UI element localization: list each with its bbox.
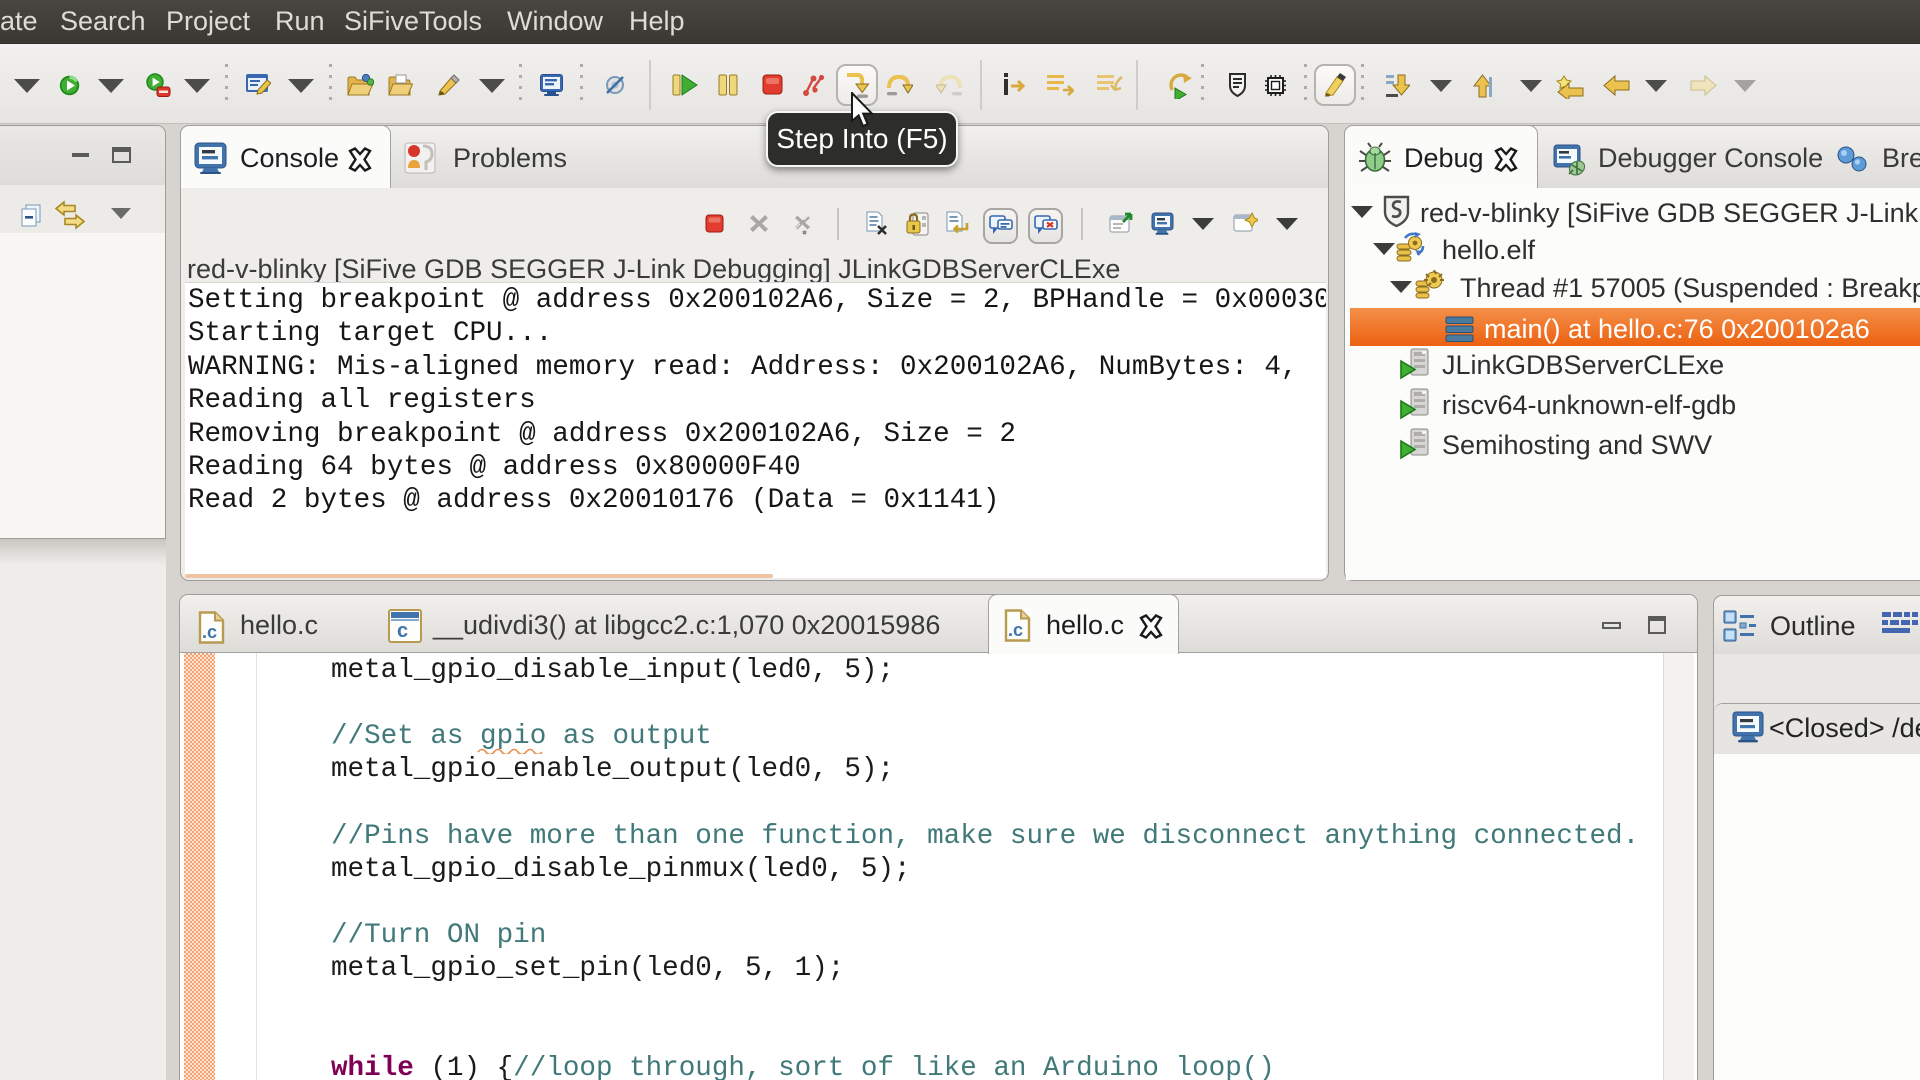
svg-text:.c: .c <box>202 622 217 642</box>
svg-text:.c: .c <box>1008 620 1023 640</box>
svg-text:c: c <box>397 620 408 642</box>
